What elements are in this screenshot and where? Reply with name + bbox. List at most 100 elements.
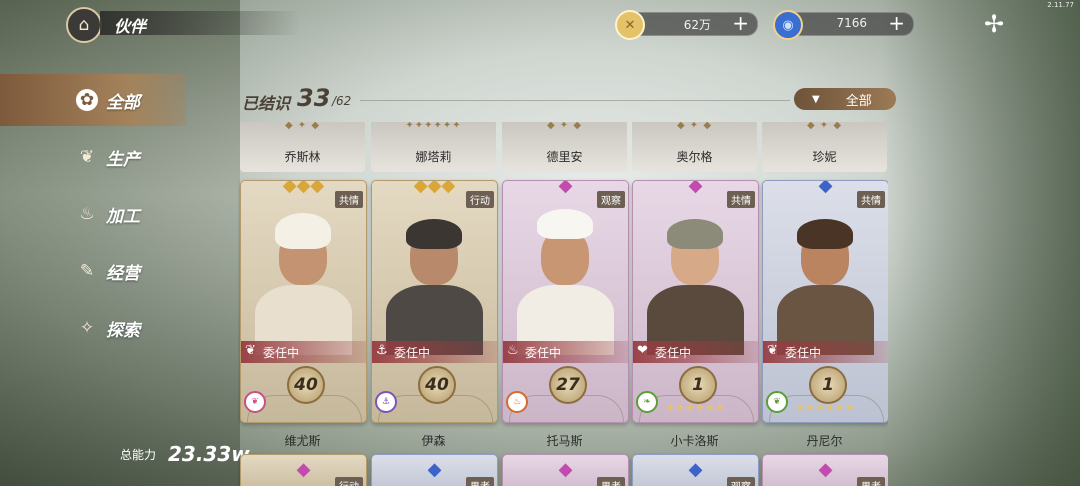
- status-bar: ❦ 委任中: [763, 341, 888, 363]
- partner-name: 伊森: [421, 434, 446, 448]
- nav-item-all[interactable]: ✿ 全部: [0, 74, 186, 126]
- partner-name: 托马斯: [546, 434, 583, 448]
- partner-card[interactable]: ◆ 共情 ❦ 委任中 1 ❦ ★★★★★★: [762, 180, 888, 423]
- coin-icon: ✕: [615, 10, 645, 40]
- partner-tag: 共情: [727, 191, 755, 208]
- partner-grid: ◆ ✦ ◆ 乔斯林 ✦✦✦✦✦✦ 娜塔莉 ◆ ✦ ◆ 德里安 ◆ ✦ ◆ 奥尔格…: [238, 122, 888, 486]
- wheat-icon: ❦: [767, 343, 778, 358]
- partner-name: 娜塔莉: [415, 150, 452, 164]
- page-title: 伙伴: [114, 17, 147, 36]
- category-nav: ✿ 全部 ❦ 生产 ♨ 加工 ✎ 经营 ✧ 探索: [0, 74, 186, 359]
- nav-label: 生产: [106, 149, 140, 170]
- wheat-icon: ❦: [79, 147, 95, 167]
- partner-tag: 观察: [597, 191, 625, 208]
- partner-name: 德里安: [546, 150, 583, 164]
- level-badge: 27: [549, 366, 587, 404]
- partner-card-partial[interactable]: ◆ ✦ ◆ 奥尔格: [632, 122, 757, 172]
- partner-tag: 行动: [335, 477, 363, 486]
- nav-label: 探索: [106, 320, 140, 341]
- nav-item-production[interactable]: ❦ 生产: [0, 131, 186, 183]
- nav-item-business[interactable]: ✎ 经营: [0, 245, 186, 297]
- gem-value: 7166: [836, 16, 867, 30]
- top-bar: ⌂ 伙伴 ✕ 62万 + ◉ 7166 + ✢: [0, 0, 1080, 48]
- partner-tag: 共情: [335, 191, 363, 208]
- pot-skill-icon: ♨: [506, 391, 528, 413]
- background-right: [880, 0, 1080, 486]
- partner-card-partial[interactable]: ◆ 果者: [762, 454, 888, 486]
- status-label: 委任中: [785, 346, 822, 360]
- status-label: 委任中: [263, 346, 300, 360]
- filter-dropdown[interactable]: ▼ 全部: [794, 88, 896, 110]
- grid-icon: ✿: [76, 89, 98, 111]
- known-total: /62: [332, 94, 352, 108]
- level-badge: 40: [418, 366, 456, 404]
- status-bar: ⚓ 委任中: [372, 341, 497, 363]
- status-bar: ❤ 委任中: [633, 341, 758, 363]
- close-icon: ✢: [983, 10, 1005, 38]
- status-bar: ♨ 委任中: [503, 341, 628, 363]
- status-label: 委任中: [394, 346, 431, 360]
- partner-card[interactable]: ◆◆◆ 行动 ⚓ 委任中 40 ⚓: [371, 180, 498, 423]
- partner-portrait: [769, 209, 882, 355]
- total-power-label: 总能力: [120, 448, 157, 462]
- filter-label: 全部: [845, 93, 872, 109]
- known-count: 33: [297, 84, 331, 112]
- card-ornament: ◆ ✦ ◆: [676, 122, 713, 131]
- partner-name: 维尤斯: [284, 434, 321, 448]
- anchor-skill-icon: ⚓: [375, 391, 397, 413]
- partner-card[interactable]: ◆ 观察 ♨ 委任中 27 ♨: [502, 180, 629, 423]
- gem-add-button[interactable]: +: [888, 11, 905, 35]
- partner-tag: 观察: [727, 477, 755, 486]
- wheat-icon: ❦: [245, 343, 256, 358]
- partner-card-partial[interactable]: ◆ ✦ ◆ 珍妮: [762, 122, 887, 172]
- partner-card-partial[interactable]: ◆ 行动: [240, 454, 367, 486]
- status-bar: ❦ 委任中: [241, 341, 366, 363]
- gem-icon: ◉: [773, 10, 803, 40]
- known-label: 已结识: [242, 94, 291, 113]
- partner-card[interactable]: ◆◆◆ 共情 ❦ 委任中 40 ❦: [240, 180, 367, 423]
- partner-card-partial[interactable]: ◆ ✦ ◆ 德里安: [502, 122, 627, 172]
- gold-value: 62万: [683, 18, 711, 32]
- pot-icon: ♨: [79, 204, 95, 224]
- partner-card[interactable]: ◆ 共情 ❤ 委任中 1 ❧ ★★★★★★: [632, 180, 759, 423]
- card-ornament: ◆ ✦ ◆: [546, 122, 583, 131]
- compass-icon: ✧: [79, 318, 95, 338]
- partner-name: 珍妮: [812, 150, 837, 164]
- partner-card-partial[interactable]: ✦✦✦✦✦✦ 娜塔莉: [371, 122, 496, 172]
- partner-card-partial[interactable]: ◆ 果者: [502, 454, 629, 486]
- level-badge: 40: [287, 366, 325, 404]
- nav-label: 经营: [106, 263, 140, 284]
- partner-name: 乔斯林: [284, 150, 321, 164]
- close-button[interactable]: ✢: [978, 8, 1010, 40]
- home-icon: ⌂: [78, 15, 90, 35]
- status-label: 委任中: [655, 346, 692, 360]
- partner-name: 丹尼尔: [806, 434, 843, 448]
- partner-card-partial[interactable]: ◆ 果者: [371, 454, 498, 486]
- gold-add-button[interactable]: +: [732, 11, 749, 35]
- card-ornament: ◆ ✦ ◆: [806, 122, 843, 131]
- home-button[interactable]: ⌂: [66, 7, 102, 43]
- nav-label: 全部: [106, 92, 140, 113]
- status-label: 委任中: [525, 346, 562, 360]
- chevron-down-icon: ▼: [812, 93, 820, 105]
- card-ornament: ✦✦✦✦✦✦: [405, 122, 462, 131]
- partner-card-partial[interactable]: ◆ 观察: [632, 454, 759, 486]
- pot-icon: ♨: [507, 343, 519, 358]
- level-badge: 1: [809, 366, 847, 404]
- wheat-skill-icon: ❦: [244, 391, 266, 413]
- partner-tag: 果者: [466, 477, 494, 486]
- partner-name: 小卡洛斯: [670, 434, 719, 448]
- partner-portrait: [378, 209, 491, 355]
- partner-tag: 共情: [857, 191, 885, 208]
- level-badge: 1: [679, 366, 717, 404]
- nav-item-processing[interactable]: ♨ 加工: [0, 188, 186, 240]
- star-rating: ★★★★★★: [665, 403, 726, 414]
- partner-portrait: [247, 209, 360, 355]
- partner-card-partial[interactable]: ◆ ✦ ◆ 乔斯林: [240, 122, 365, 172]
- partner-name: 奥尔格: [676, 150, 713, 164]
- partner-portrait: [639, 209, 752, 355]
- partner-tag: 果者: [597, 477, 625, 486]
- nav-item-explore[interactable]: ✧ 探索: [0, 302, 186, 354]
- anchor-icon: ⚓: [376, 343, 388, 358]
- hen-icon: ❤: [637, 343, 648, 358]
